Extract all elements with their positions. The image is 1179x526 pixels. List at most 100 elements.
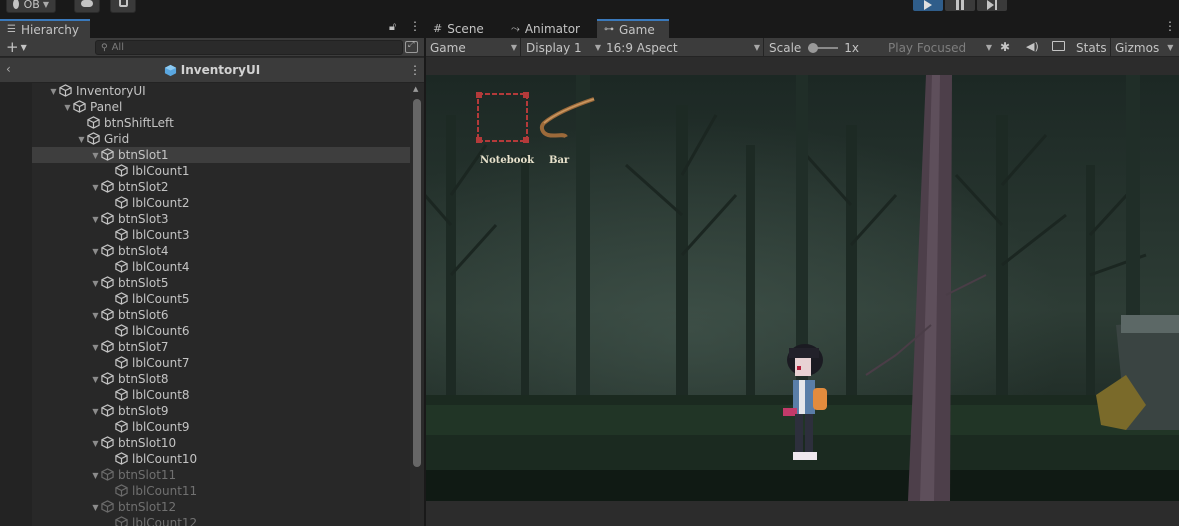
- tab-hierarchy[interactable]: ☰ Hierarchy: [0, 19, 90, 38]
- pause-button[interactable]: [945, 0, 975, 11]
- inventory-slot-notebook[interactable]: Notebook: [476, 92, 534, 172]
- expand-toggle-icon[interactable]: ▼: [90, 246, 101, 256]
- hierarchy-item[interactable]: ▼ btnSlot11: [0, 467, 410, 483]
- row-gutter: [0, 515, 32, 526]
- hierarchy-item[interactable]: lblCount6: [0, 323, 410, 339]
- hierarchy-item[interactable]: lblCount9: [0, 419, 410, 435]
- scene-visibility-button[interactable]: ⤢: [405, 40, 418, 53]
- step-button[interactable]: [977, 0, 1007, 11]
- hierarchy-item[interactable]: lblCount11: [0, 483, 410, 499]
- hierarchy-item[interactable]: lblCount8: [0, 387, 410, 403]
- hierarchy-item[interactable]: ▼ btnSlot8: [0, 371, 410, 387]
- expand-toggle-icon[interactable]: ▼: [90, 406, 101, 416]
- tab-scene[interactable]: # Scene: [426, 19, 501, 38]
- hierarchy-item[interactable]: lblCount4: [0, 259, 410, 275]
- hierarchy-item[interactable]: ▼ btnSlot6: [0, 307, 410, 323]
- play-focus-dropdown[interactable]: Play Focused ▼: [888, 40, 992, 55]
- tab-animator[interactable]: ⤳ Animator: [504, 19, 596, 38]
- gameobject-cube-icon: [101, 436, 115, 450]
- gizmos-button[interactable]: Gizmos ▼: [1115, 40, 1173, 55]
- hierarchy-item[interactable]: ▼ btnSlot9: [0, 403, 410, 419]
- expand-toggle-icon[interactable]: ▼: [48, 86, 59, 96]
- inventory-slot-bar[interactable]: Bar: [536, 95, 596, 175]
- scroll-up-icon[interactable]: ▲: [413, 85, 418, 93]
- row-gutter: [0, 243, 32, 259]
- expand-toggle-icon[interactable]: ▼: [62, 102, 73, 112]
- play-button[interactable]: [913, 0, 943, 11]
- expand-toggle-icon[interactable]: ▼: [90, 502, 101, 512]
- hierarchy-item[interactable]: lblCount12: [0, 515, 410, 526]
- stats-button[interactable]: Stats: [1076, 40, 1107, 55]
- main-toolbar: OB ▼: [0, 0, 1179, 17]
- hierarchy-item-label: InventoryUI: [76, 84, 146, 98]
- hierarchy-toolbar: + ▼ ⚲ All ⤢: [0, 38, 424, 57]
- hierarchy-item-label: btnSlot10: [118, 436, 177, 450]
- hierarchy-item[interactable]: ▼ btnSlot1: [0, 147, 410, 163]
- scene-more-icon[interactable]: ⋮: [409, 63, 421, 77]
- hierarchy-item[interactable]: btnShiftLeft: [0, 115, 410, 131]
- plus-icon: +: [6, 38, 19, 56]
- hierarchy-item[interactable]: lblCount1: [0, 163, 410, 179]
- expand-toggle-icon[interactable]: ▼: [90, 214, 101, 224]
- hierarchy-item[interactable]: ▼ Panel: [0, 99, 410, 115]
- tab-game[interactable]: ⊶ Game: [597, 19, 669, 38]
- chevron-down-icon: ▼: [1167, 43, 1174, 52]
- account-dropdown[interactable]: OB ▼: [6, 0, 56, 13]
- row-gutter: [0, 419, 32, 435]
- hierarchy-item-content: lblCount7: [104, 356, 190, 370]
- cloud-button[interactable]: [74, 0, 100, 13]
- services-button[interactable]: [110, 0, 136, 13]
- hierarchy-item[interactable]: ▼ btnSlot10: [0, 435, 410, 451]
- keyboard-icon[interactable]: [1052, 41, 1065, 51]
- hierarchy-item[interactable]: ▼ btnSlot12: [0, 499, 410, 515]
- create-button[interactable]: + ▼: [6, 38, 27, 56]
- gameobject-cube-icon: [115, 388, 129, 402]
- aspect-dropdown[interactable]: 16:9 Aspect ▼: [606, 40, 760, 55]
- scale-slider[interactable]: [808, 42, 839, 53]
- search-filter-icon: ⤢: [408, 40, 415, 49]
- expand-toggle-icon[interactable]: ▼: [90, 438, 101, 448]
- gameobject-cube-icon: [101, 308, 115, 322]
- lock-icon[interactable]: 🔓︎: [389, 20, 396, 34]
- scroll-thumb[interactable]: [413, 99, 421, 467]
- hierarchy-item-content: ▼ btnSlot2: [90, 180, 168, 194]
- expand-toggle-icon[interactable]: ▼: [90, 150, 101, 160]
- audio-icon[interactable]: ◀): [1026, 40, 1039, 53]
- game-viewport[interactable]: Notebook Bar: [426, 75, 1179, 501]
- scale-slider-knob[interactable]: [808, 42, 819, 53]
- hierarchy-scrollbar[interactable]: ▲: [410, 83, 424, 526]
- display-dropdown[interactable]: Display 1 ▼: [526, 40, 601, 55]
- hierarchy-item[interactable]: ▼ btnSlot3: [0, 211, 410, 227]
- search-input[interactable]: ⚲ All: [95, 40, 403, 55]
- display-mode-dropdown[interactable]: Game ▼: [430, 40, 517, 55]
- row-gutter: [0, 195, 32, 211]
- hierarchy-item[interactable]: ▼ btnSlot2: [0, 179, 410, 195]
- row-gutter: [0, 275, 32, 291]
- hierarchy-item[interactable]: lblCount7: [0, 355, 410, 371]
- hierarchy-item[interactable]: lblCount10: [0, 451, 410, 467]
- expand-toggle-icon[interactable]: ▼: [90, 342, 101, 352]
- expand-toggle-icon[interactable]: ▼: [76, 134, 87, 144]
- hierarchy-item[interactable]: ▼ btnSlot5: [0, 275, 410, 291]
- tab-label: Scene: [447, 21, 484, 36]
- expand-toggle-icon[interactable]: ▼: [90, 278, 101, 288]
- hierarchy-item[interactable]: ▼ btnSlot4: [0, 243, 410, 259]
- bug-icon[interactable]: ✱: [1000, 40, 1010, 54]
- hierarchy-item[interactable]: ▼ InventoryUI: [0, 83, 410, 99]
- hierarchy-item[interactable]: ▼ btnSlot7: [0, 339, 410, 355]
- expand-toggle-icon[interactable]: ▼: [90, 470, 101, 480]
- scale-label: Scale: [769, 40, 802, 55]
- expand-toggle-icon[interactable]: ▼: [90, 374, 101, 384]
- hierarchy-item[interactable]: lblCount5: [0, 291, 410, 307]
- expand-toggle-icon[interactable]: ▼: [90, 182, 101, 192]
- more-options-icon[interactable]: ⋮: [1164, 19, 1176, 33]
- hierarchy-item[interactable]: lblCount3: [0, 227, 410, 243]
- expand-toggle-icon[interactable]: ▼: [90, 310, 101, 320]
- more-options-icon[interactable]: ⋮: [409, 19, 421, 33]
- hierarchy-item[interactable]: lblCount2: [0, 195, 410, 211]
- hierarchy-item[interactable]: ▼ Grid: [0, 131, 410, 147]
